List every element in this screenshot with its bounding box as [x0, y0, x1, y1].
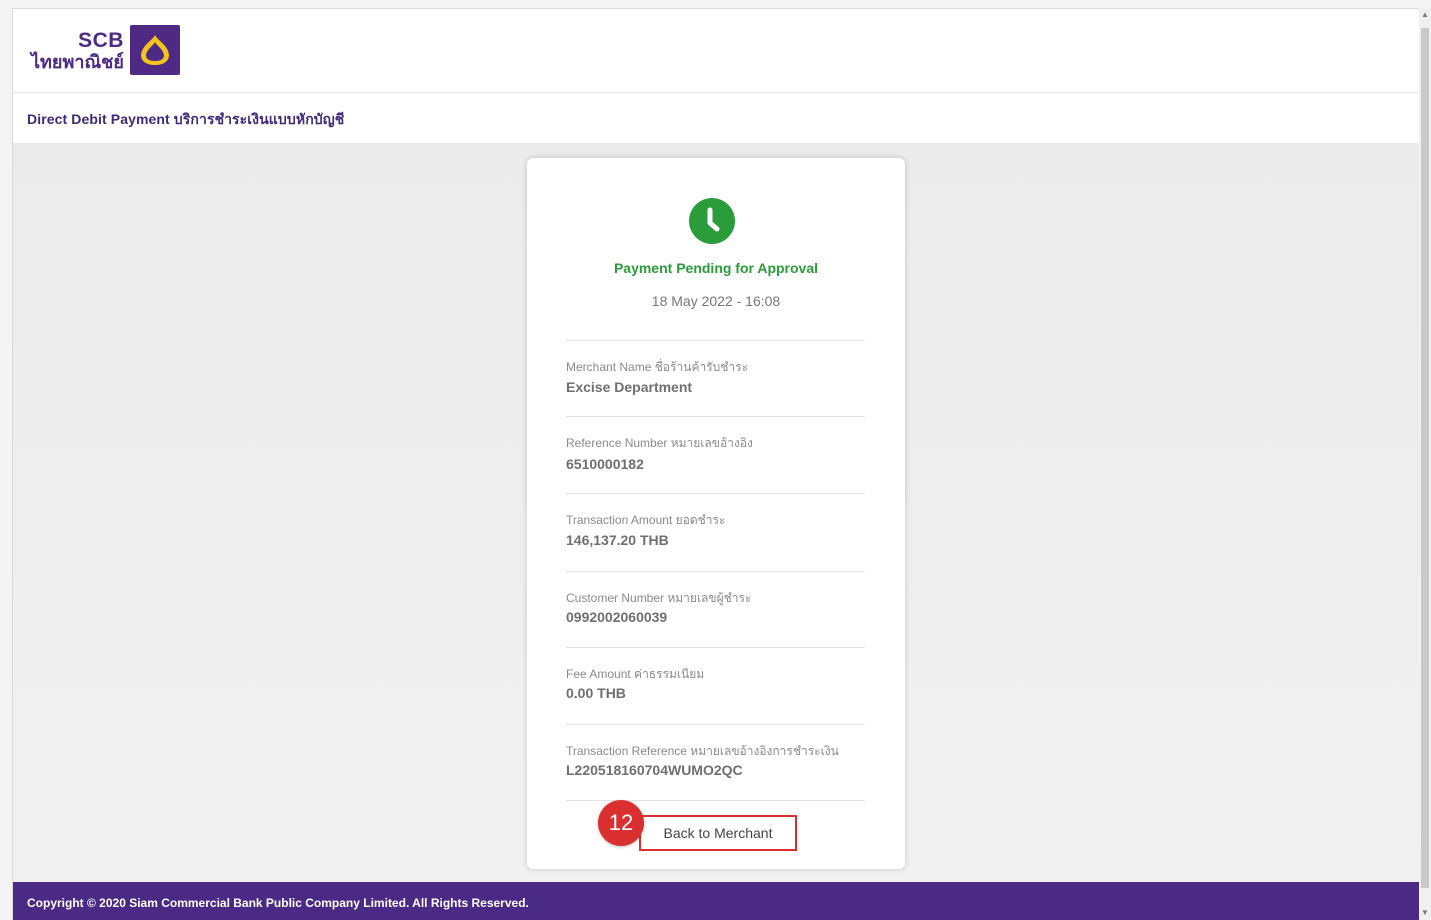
back-to-merchant-button[interactable]: Back to Merchant: [639, 815, 797, 851]
footer-copyright: Copyright © 2020 Siam Commercial Bank Pu…: [27, 896, 529, 910]
scb-logo-icon: [129, 25, 180, 75]
divider: [566, 571, 865, 572]
page-title: Direct Debit Payment บริการชำระเงินแบบหั…: [27, 111, 345, 127]
main-content: Payment Pending for Approval 18 May 2022…: [13, 143, 1419, 882]
fee-amount-value: 0.00 THB: [566, 685, 626, 701]
divider: [566, 647, 865, 648]
divider: [566, 340, 865, 341]
scrollbar-thumb[interactable]: [1421, 28, 1429, 888]
divider: [566, 724, 865, 725]
divider: [566, 493, 865, 494]
transaction-amount-label: Transaction Amount ยอดชำระ: [566, 513, 726, 527]
payment-status-card: Payment Pending for Approval 18 May 2022…: [527, 158, 905, 869]
divider: [566, 416, 865, 417]
divider: [566, 800, 865, 801]
page-title-bar: Direct Debit Payment บริการชำระเงินแบบหั…: [13, 93, 1419, 143]
scroll-up-icon[interactable]: ▲: [1421, 10, 1429, 20]
merchant-name-value: Excise Department: [566, 379, 693, 395]
customer-number-label: Customer Number หมายเลขผู้ชำระ: [566, 591, 752, 605]
scroll-down-icon[interactable]: ▼: [1421, 908, 1429, 918]
logo-text: SCB ไทยพาณิชย์: [31, 30, 124, 71]
merchant-name-label: Merchant Name ชื่อร้านค้ารับชำระ: [566, 360, 749, 374]
transaction-reference-value: L220518160704WUMO2QC: [566, 762, 743, 778]
transaction-reference-label: Transaction Reference หมายเลขอ้างอิงการช…: [566, 744, 839, 758]
browser-viewport: SCB ไทยพาณิชย์ Direct Debit Payment บริก…: [12, 8, 1419, 920]
vertical-scrollbar[interactable]: ▲ ▼: [1419, 8, 1431, 920]
scb-logo[interactable]: SCB ไทยพาณิชย์: [31, 24, 180, 76]
status-title: Payment Pending for Approval: [613, 260, 819, 276]
clock-icon: [689, 198, 735, 244]
site-footer: Copyright © 2020 Siam Commercial Bank Pu…: [13, 882, 1419, 920]
logo-thai-name: ไทยพาณิชย์: [31, 51, 124, 72]
reference-number-label: Reference Number หมายเลขอ้างอิง: [566, 436, 753, 450]
status-datetime: 18 May 2022 - 16:08: [651, 293, 781, 309]
transaction-amount-value: 146,137.20 THB: [566, 532, 669, 548]
logo-brand: SCB: [78, 28, 124, 52]
fee-amount-label: Fee Amount ค่าธรรมเนียม: [566, 667, 705, 681]
reference-number-value: 6510000182: [566, 456, 644, 472]
site-header: SCB ไทยพาณิชย์: [13, 9, 1419, 93]
customer-number-value: 0992002060039: [566, 609, 668, 625]
step-number-badge: 12: [598, 800, 644, 846]
